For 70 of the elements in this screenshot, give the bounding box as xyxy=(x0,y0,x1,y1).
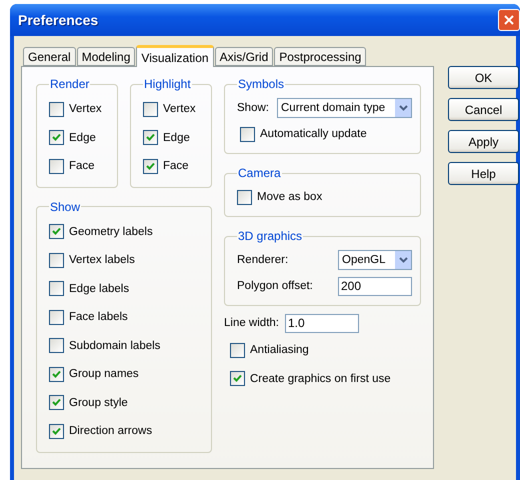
tab[interactable]: General xyxy=(23,47,76,66)
checkbox[interactable] xyxy=(49,158,64,174)
field-label: Renderer: xyxy=(237,254,288,266)
checkbox[interactable] xyxy=(49,310,64,325)
checkbox-label: Group names xyxy=(69,368,139,380)
checkbox[interactable] xyxy=(143,158,158,174)
checkbox-label: Group style xyxy=(69,396,128,409)
checkmark-icon xyxy=(146,162,155,171)
checkbox[interactable] xyxy=(143,130,158,146)
dropdown[interactable]: Current domain type xyxy=(277,98,412,118)
checkbox[interactable] xyxy=(240,126,255,142)
checkbox-label: Move as box xyxy=(257,191,322,203)
checkbox[interactable] xyxy=(49,338,64,354)
dialog-button[interactable]: Apply xyxy=(448,130,519,153)
close-icon xyxy=(503,14,515,26)
checkbox[interactable] xyxy=(230,371,245,386)
dialog-button[interactable]: Cancel xyxy=(448,98,519,121)
checkbox-label: Edge labels xyxy=(69,282,130,295)
checkbox[interactable] xyxy=(49,102,64,117)
checkbox-label: Face xyxy=(69,160,95,172)
tab[interactable]: Axis/Grid xyxy=(214,47,274,66)
tab[interactable]: Visualization xyxy=(136,45,214,67)
tab[interactable]: Modeling xyxy=(76,47,136,66)
group-title: Highlight xyxy=(143,77,192,91)
checkmark-icon xyxy=(52,426,61,436)
checkbox-label: Vertex xyxy=(69,103,102,116)
checkbox-label: Face xyxy=(163,160,189,172)
checkbox-label: Geometry labels xyxy=(69,226,153,238)
checkbox-label: Edge xyxy=(163,132,190,144)
tab[interactable]: Postprocessing xyxy=(274,47,366,66)
checkmark-icon xyxy=(146,133,155,142)
group-title: Camera xyxy=(237,166,282,180)
field-label: Line width: xyxy=(224,317,279,329)
checkbox[interactable] xyxy=(49,252,64,268)
checkbox[interactable] xyxy=(49,395,64,410)
group-title: Symbols xyxy=(237,77,286,91)
checkmark-icon xyxy=(52,370,61,379)
checkbox-label: Automatically update xyxy=(260,128,367,140)
group-title: 3D graphics xyxy=(237,229,304,243)
checkmark-icon xyxy=(52,398,61,408)
checkbox-label: Create graphics on first use xyxy=(250,372,391,385)
input-field[interactable]: 1.0 xyxy=(284,314,359,332)
window-title: Preferences xyxy=(18,12,98,28)
checkbox[interactable] xyxy=(143,102,158,117)
checkbox[interactable] xyxy=(49,366,64,382)
dialog-button[interactable]: Help xyxy=(448,162,519,185)
field-label: Show: xyxy=(237,102,269,114)
checkbox[interactable] xyxy=(49,224,64,240)
checkbox[interactable] xyxy=(49,130,64,146)
checkbox[interactable] xyxy=(49,281,64,296)
checkbox-label: Subdomain labels xyxy=(69,340,160,352)
checkbox-label: Face labels xyxy=(69,311,128,324)
checkbox[interactable] xyxy=(230,342,245,358)
checkbox-label: Vertex labels xyxy=(69,254,135,266)
checkbox-label: Antialiasing xyxy=(250,344,309,356)
close-button[interactable] xyxy=(498,9,520,31)
checkmark-icon xyxy=(52,227,61,236)
dropdown[interactable]: OpenGL xyxy=(338,250,412,270)
checkbox[interactable] xyxy=(49,424,64,439)
group-title: Render xyxy=(49,77,90,91)
checkbox-label: Vertex xyxy=(163,103,196,116)
input-field[interactable]: 200 xyxy=(338,276,412,296)
group-title: Show xyxy=(49,200,82,214)
checkbox[interactable] xyxy=(237,190,252,204)
checkbox-label: Edge xyxy=(69,132,96,144)
field-label: Polygon offset: xyxy=(237,280,313,292)
dialog-button[interactable]: OK xyxy=(448,66,519,89)
checkmark-icon xyxy=(52,133,61,142)
checkbox-label: Direction arrows xyxy=(69,425,152,438)
checkmark-icon xyxy=(233,374,242,384)
